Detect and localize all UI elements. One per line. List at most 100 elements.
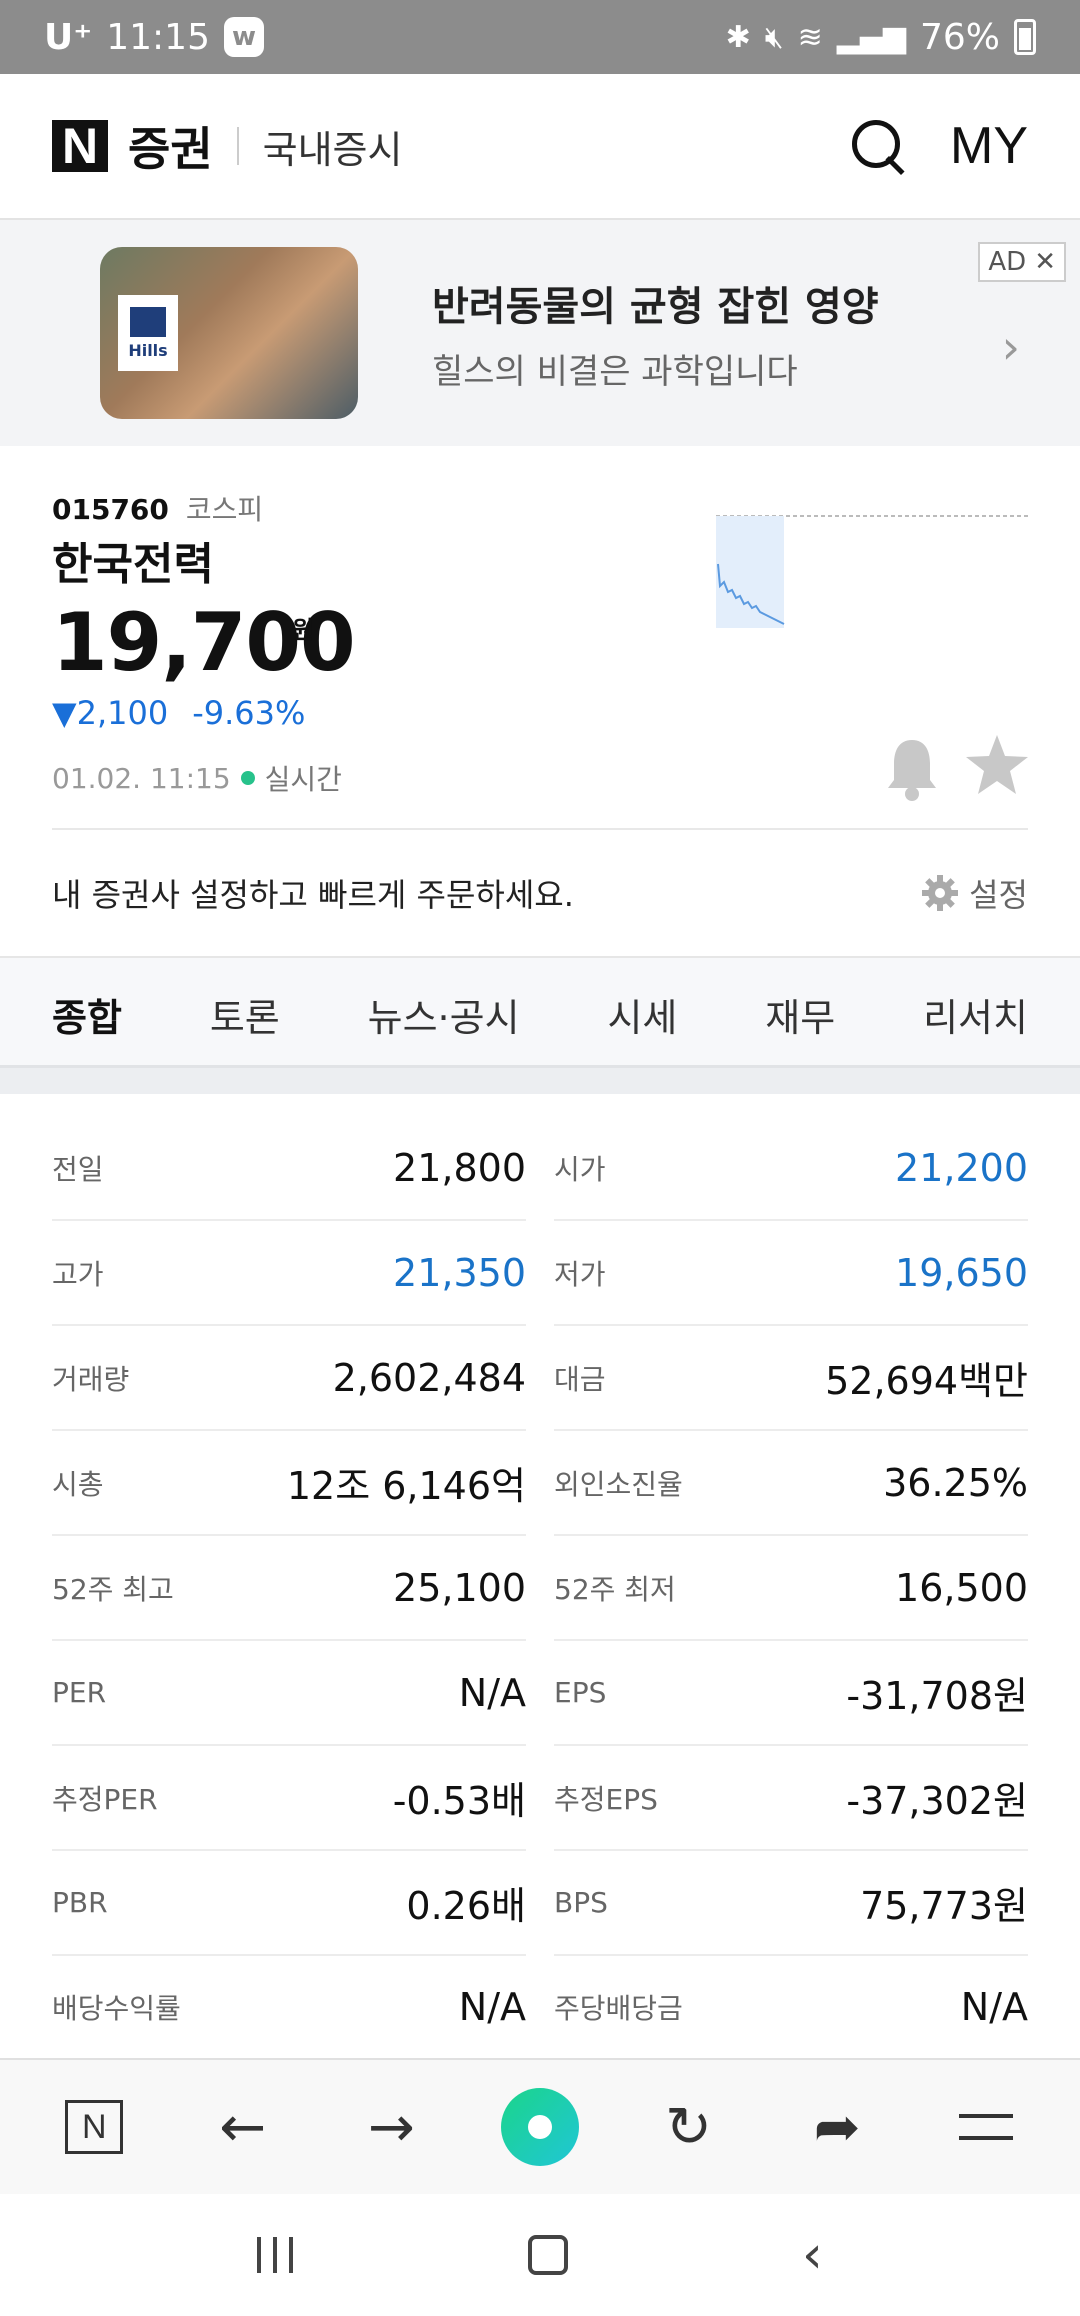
brand-title[interactable]: 증권 (128, 113, 213, 179)
stat-value: 19,650 (895, 1250, 1028, 1295)
stat-value: 2,602,484 (332, 1355, 526, 1400)
ad-image[interactable]: Hills (100, 247, 358, 419)
close-icon[interactable]: ✕ (1034, 247, 1056, 277)
stats-row: 추정PER -0.53배 추정EPS -37,302원 (52, 1746, 1028, 1851)
stat-label: 외인소진율 (554, 1467, 683, 1501)
carrier-label: U⁺ (44, 16, 93, 58)
stat-value: 21,800 (393, 1145, 526, 1190)
stat-label: 시총 (52, 1467, 104, 1501)
stat-label: 대금 (554, 1362, 606, 1396)
back-nav-icon[interactable]: ‹ (802, 2225, 823, 2285)
browser-toolbar: N ← → ↻ ➦ (0, 2058, 1080, 2194)
stats-row: 거래량 2,602,484 대금 52,694백만 (52, 1326, 1028, 1431)
green-dot-icon (500, 2088, 579, 2166)
stat-label: 전일 (52, 1152, 104, 1186)
stat-label: 추정PER (52, 1782, 158, 1816)
stat-value: 75,773원 (860, 1884, 1028, 1928)
share-icon: ➦ (813, 2094, 861, 2160)
header-divider (236, 127, 239, 165)
hills-crest-icon (130, 306, 166, 337)
ad-badge[interactable]: AD ✕ (978, 242, 1066, 282)
stats-row: 배당수익률 N/A 주당배당금 N/A (52, 1956, 1028, 2061)
stat-label: 시가 (554, 1152, 606, 1186)
stat-value: 21,200 (895, 1145, 1028, 1190)
section-separator (0, 1068, 1080, 1094)
stats-row: 52주 최고 25,100 52주 최저 16,500 (52, 1536, 1028, 1641)
stock-code: 015760 (52, 493, 169, 526)
market-name: 코스피 (185, 493, 264, 526)
tab-financials[interactable]: 재무 (765, 958, 835, 1070)
tab-research[interactable]: 리서치 (923, 958, 1028, 1070)
tab-quotes[interactable]: 시세 (607, 958, 677, 1070)
stat-value: 12조 6,146억 (286, 1464, 526, 1508)
stat-label: EPS (554, 1676, 607, 1709)
stat-label: BPS (554, 1886, 608, 1919)
live-dot-icon (240, 771, 255, 785)
arrow-right-icon: → (367, 2094, 415, 2160)
stat-value: 0.26배 (406, 1884, 526, 1928)
forward-button[interactable]: → (351, 2087, 431, 2167)
broker-setup-row[interactable]: 내 증권사 설정하고 빠르게 주문하세요. 설정 (0, 830, 1080, 956)
home-icon[interactable] (527, 2235, 568, 2275)
stat-value: 36.25% (883, 1460, 1028, 1505)
system-nav-bar: ‹ (0, 2194, 1080, 2316)
signal-icon: ▂▄▆ (836, 19, 906, 55)
refresh-icon: ↻ (665, 2094, 712, 2160)
stat-value: -0.53배 (392, 1779, 526, 1823)
broker-prompt[interactable]: 내 증권사 설정하고 빠르게 주문하세요. (52, 870, 574, 916)
naver-home-icon: N (65, 2100, 124, 2154)
bluetooth-icon: ✱ (725, 19, 751, 55)
settings-label: 설정 (969, 876, 1028, 914)
stats-row: PER N/A EPS -31,708원 (52, 1641, 1028, 1746)
stat-label: 고가 (52, 1257, 104, 1291)
intraday-mini-chart[interactable] (716, 514, 1030, 646)
settings-button[interactable]: 설정 (921, 870, 1028, 916)
stat-value: N/A (458, 1670, 526, 1715)
ad-banner[interactable]: Hills 반려동물의 균형 잡힌 영양 힐스의 비결은 과학입니다 › AD … (0, 220, 1080, 446)
back-button[interactable]: ← (203, 2087, 283, 2167)
stat-label: PBR (52, 1886, 108, 1919)
naver-home-button[interactable]: N (54, 2087, 134, 2167)
stat-label: 주당배당금 (554, 1992, 683, 2025)
change-percent: -9.63% (192, 694, 306, 732)
gear-icon (922, 875, 959, 911)
clock: 11:15 (106, 16, 210, 58)
menu-icon (958, 2114, 1013, 2140)
chart-area (716, 516, 784, 628)
tab-news[interactable]: 뉴스·공시 (368, 958, 520, 1070)
recents-icon[interactable] (257, 2237, 294, 2273)
stat-value: 21,350 (393, 1250, 526, 1295)
chevron-right-icon[interactable]: › (1002, 320, 1020, 374)
arrow-left-icon: ← (219, 2094, 267, 2160)
section-title[interactable]: 국내증시 (263, 119, 403, 174)
naver-logo[interactable]: N (52, 118, 108, 174)
stat-label: 배당수익률 (52, 1992, 181, 2025)
search-icon[interactable] (850, 118, 906, 174)
stock-name: 한국전력 (52, 539, 214, 590)
bell-icon[interactable] (884, 736, 940, 802)
star-icon[interactable] (964, 732, 1030, 798)
stat-label: 추정EPS (554, 1782, 658, 1816)
stock-tabs: 종합 토론 뉴스·공시 시세 재무 리서치 (0, 956, 1080, 1073)
battery-icon (1014, 19, 1036, 55)
my-button[interactable]: MY (950, 116, 1028, 176)
ad-subtitle[interactable]: 힐스의 비결은 과학입니다 (432, 344, 879, 393)
stat-value: 52,694백만 (825, 1359, 1028, 1403)
stat-label: 52주 최저 (554, 1572, 676, 1606)
stat-value: -31,708원 (846, 1674, 1028, 1718)
stats-row: 고가 21,350 저가 19,650 (52, 1221, 1028, 1326)
tab-discussion[interactable]: 토론 (210, 958, 280, 1070)
down-triangle-icon: ▼ (52, 694, 77, 732)
stats-row: 전일 21,800 시가 21,200 (52, 1116, 1028, 1221)
menu-button[interactable] (946, 2087, 1026, 2167)
green-dot-button[interactable] (500, 2087, 580, 2167)
refresh-button[interactable]: ↻ (649, 2087, 729, 2167)
update-time: 01.02. 11:15 실시간 (52, 758, 342, 798)
status-bar: U⁺ 11:15 w ✱ 🔇︎ ≋ ▂▄▆ 76% (0, 0, 1080, 74)
stat-label: 저가 (554, 1257, 606, 1291)
stats-row: PBR 0.26배 BPS 75,773원 (52, 1851, 1028, 1956)
ad-title[interactable]: 반려동물의 균형 잡힌 영양 (432, 274, 879, 332)
change-amount: ▼2,100 (52, 694, 169, 732)
share-button[interactable]: ➦ (797, 2087, 877, 2167)
tab-overview[interactable]: 종합 (52, 958, 122, 1073)
